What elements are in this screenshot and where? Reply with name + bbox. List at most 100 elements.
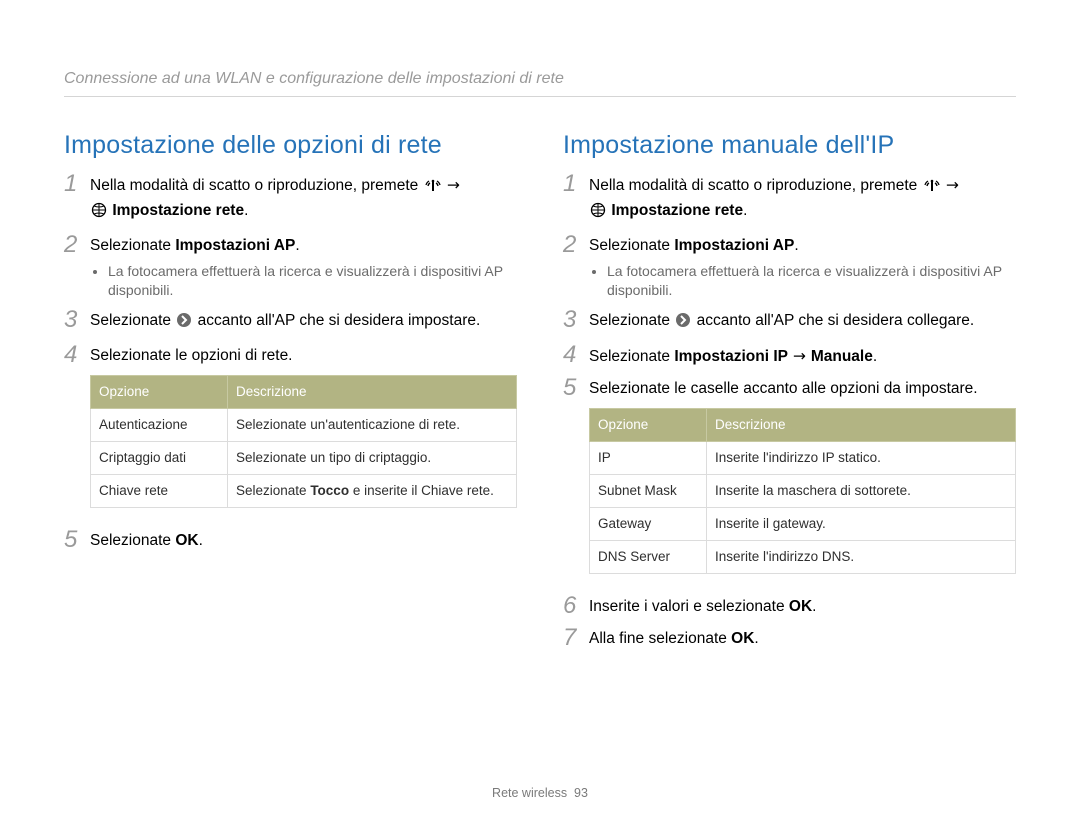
step-item: 6 Inserite i valori e selezionate OK. (563, 596, 1016, 618)
right-column: Impostazione manuale dell'IP 1 Nella mod… (563, 131, 1016, 660)
table-cell-option: Autenticazione (91, 409, 228, 442)
left-section-title: Impostazione delle opzioni di rete (64, 131, 517, 160)
step-number: 6 (563, 594, 589, 618)
cell-text: Selezionate (236, 483, 310, 498)
table-cell-description: Inserite il gateway. (707, 508, 1016, 541)
arrow-text: → (788, 347, 811, 365)
step-text: Selezionate (90, 237, 175, 254)
table-header-option: Opzione (590, 409, 707, 442)
two-column-layout: Impostazione delle opzioni di rete 1 Nel… (64, 131, 1016, 660)
step-body: Selezionate le opzioni di rete. Opzione … (90, 345, 517, 520)
step-text: Selezionate (90, 312, 175, 329)
step-bold: Impostazione rete (112, 202, 244, 219)
step-item: 3 Selezionate accanto all'AP che si desi… (64, 310, 517, 335)
step-number: 2 (563, 233, 589, 300)
table-cell-description: Inserite l'indirizzo IP statico. (707, 442, 1016, 475)
table-row: Criptaggio dati Selezionate un tipo di c… (91, 442, 517, 475)
table-cell-description: Inserite la maschera di sottorete. (707, 475, 1016, 508)
step-body: Inserite i valori e selezionate OK. (589, 596, 1016, 618)
options-table: Opzione Descrizione Autenticazione Selez… (90, 375, 517, 508)
step-item: 5 Selezionate OK. (64, 530, 517, 552)
table-row: Autenticazione Selezionate un'autenticaz… (91, 409, 517, 442)
manual-page: Connessione ad una WLAN e configurazione… (0, 0, 1080, 660)
step-number: 3 (64, 308, 90, 335)
step-body: Selezionate Impostazioni AP. La fotocame… (589, 235, 1016, 300)
table-row: Gateway Inserite il gateway. (590, 508, 1016, 541)
step-number: 4 (64, 343, 90, 520)
ok-label: OK (175, 532, 198, 549)
arrow-text: → (447, 176, 460, 194)
options-table: Opzione Descrizione IP Inserite l'indiri… (589, 408, 1016, 574)
table-cell-option: Chiave rete (91, 475, 228, 508)
step-body: Selezionate OK. (90, 530, 517, 552)
table-row: DNS Server Inserite l'indirizzo DNS. (590, 541, 1016, 574)
table-row: IP Inserite l'indirizzo IP statico. (590, 442, 1016, 475)
ok-label: OK (789, 598, 812, 615)
cell-bold: Tocco (310, 483, 349, 498)
step-number: 4 (563, 343, 589, 368)
step-number: 3 (563, 308, 589, 335)
step-text: accanto all'AP che si desidera impostare… (198, 312, 481, 329)
step-text: Selezionate (589, 348, 674, 365)
footer-section: Rete wireless (492, 786, 567, 800)
step-text: . (873, 348, 877, 365)
step-number: 1 (563, 172, 589, 225)
step-number: 5 (563, 376, 589, 586)
wifi-icon (424, 178, 442, 200)
wifi-icon (923, 178, 941, 200)
page-footer: Rete wireless 93 (0, 786, 1080, 800)
table-cell-option: IP (590, 442, 707, 475)
step-item: 1 Nella modalità di scatto o riproduzion… (64, 174, 517, 225)
step-bullet-list: La fotocamera effettuerà la ricerca e vi… (108, 262, 517, 300)
step-body: Alla fine selezionate OK. (589, 628, 1016, 650)
globe-icon (91, 202, 107, 225)
step-bold: Impostazioni AP (175, 237, 295, 254)
left-step-list: 1 Nella modalità di scatto o riproduzion… (64, 174, 517, 552)
step-text: Selezionate (589, 312, 674, 329)
table-cell-description: Inserite l'indirizzo DNS. (707, 541, 1016, 574)
step-text: . (812, 598, 816, 615)
globe-icon (590, 202, 606, 225)
left-column: Impostazione delle opzioni di rete 1 Nel… (64, 131, 517, 660)
step-text: Alla fine selezionate (589, 630, 731, 647)
step-item: 4 Selezionate Impostazioni IP → Manuale. (563, 345, 1016, 368)
table-header-row: Opzione Descrizione (590, 409, 1016, 442)
step-item: 2 Selezionate Impostazioni AP. La fotoca… (563, 235, 1016, 300)
step-body: Selezionate Impostazioni IP → Manuale. (589, 345, 1016, 368)
table-cell-option: Criptaggio dati (91, 442, 228, 475)
table-cell-description: Selezionate Tocco e inserite il Chiave r… (228, 475, 517, 508)
step-number: 2 (64, 233, 90, 300)
table-header-row: Opzione Descrizione (91, 376, 517, 409)
step-bold: Impostazioni IP (674, 348, 788, 365)
step-bullet-list: La fotocamera effettuerà la ricerca e vi… (607, 262, 1016, 300)
step-text: accanto all'AP che si desidera collegare… (697, 312, 975, 329)
step-bold: Manuale (811, 348, 873, 365)
footer-page-number: 93 (574, 786, 588, 800)
step-item: 7 Alla fine selezionate OK. (563, 628, 1016, 650)
step-text: . (199, 532, 203, 549)
step-text: Nella modalità di scatto o riproduzione,… (589, 177, 922, 194)
right-step-list: 1 Nella modalità di scatto o riproduzion… (563, 174, 1016, 650)
right-section-title: Impostazione manuale dell'IP (563, 131, 1016, 160)
step-text: Selezionate (589, 237, 674, 254)
table-cell-option: Gateway (590, 508, 707, 541)
step-body: Nella modalità di scatto o riproduzione,… (589, 174, 1016, 225)
cell-text: e inserite il Chiave rete. (349, 483, 494, 498)
step-text: Selezionate (90, 532, 175, 549)
table-cell-option: DNS Server (590, 541, 707, 574)
step-text: . (794, 237, 798, 254)
table-cell-description: Selezionate un tipo di criptaggio. (228, 442, 517, 475)
step-item: 4 Selezionate le opzioni di rete. Opzion… (64, 345, 517, 520)
step-text: Selezionate le opzioni di rete. (90, 347, 293, 364)
step-body: Selezionate le caselle accanto alle opzi… (589, 378, 1016, 586)
step-bold: Impostazione rete (611, 202, 743, 219)
step-text: . (754, 630, 758, 647)
step-body: Selezionate accanto all'AP che si deside… (90, 310, 517, 335)
step-number: 7 (563, 626, 589, 650)
bullet-item: La fotocamera effettuerà la ricerca e vi… (108, 262, 517, 300)
table-header-option: Opzione (91, 376, 228, 409)
table-header-description: Descrizione (228, 376, 517, 409)
table-header-description: Descrizione (707, 409, 1016, 442)
step-text: . (295, 237, 299, 254)
step-body: Selezionate accanto all'AP che si deside… (589, 310, 1016, 335)
